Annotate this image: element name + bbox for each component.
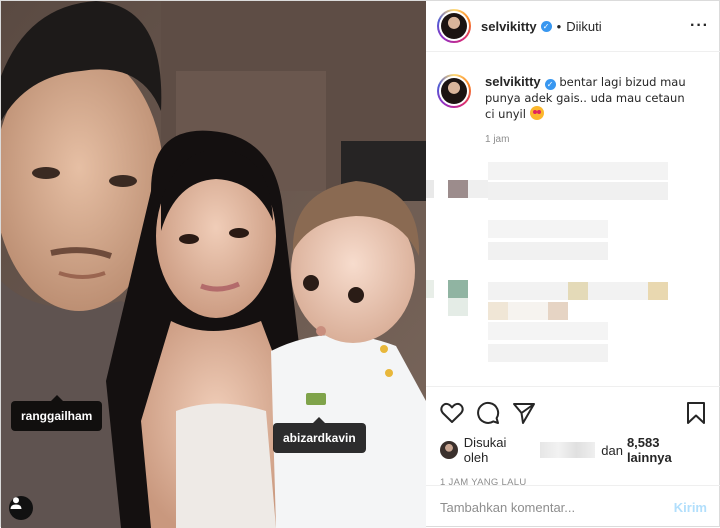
post-header: selvikitty ✓ • Diikuti ··· xyxy=(426,1,720,52)
person-icon xyxy=(10,497,22,509)
comments-section: selvikitty ✓ bentar lagi bizud mau punya … xyxy=(426,64,720,386)
avatar xyxy=(441,78,467,104)
header-username[interactable]: selvikitty xyxy=(481,19,537,34)
heart-icon[interactable] xyxy=(440,402,464,424)
avatar xyxy=(441,13,467,39)
post-actions: Disukai oleh dan 8,583 lainnya 1 JAM YAN… xyxy=(426,386,720,488)
verified-badge-icon: ✓ xyxy=(540,20,552,32)
story-ring-avatar[interactable] xyxy=(437,9,471,43)
likes-summary: Disukai oleh dan 8,583 lainnya xyxy=(440,435,707,465)
star-struck-emoji-icon xyxy=(529,106,544,120)
caption: selvikitty ✓ bentar lagi bizud mau punya … xyxy=(426,64,720,122)
caption-username[interactable]: selvikitty xyxy=(485,74,541,89)
blurred-liker-name xyxy=(539,442,596,458)
liker-avatar xyxy=(440,441,458,459)
bookmark-icon[interactable] xyxy=(685,401,707,425)
post-photo[interactable]: ranggailham abizardkavin xyxy=(1,1,426,528)
likes-connector: dan xyxy=(601,442,623,458)
user-tag-abizardkavin[interactable]: abizardkavin xyxy=(273,417,366,453)
caption-avatar[interactable] xyxy=(437,74,471,108)
separator-dot: • xyxy=(556,18,562,34)
verified-badge-icon: ✓ xyxy=(544,79,556,90)
user-tag-ranggailham[interactable]: ranggailham xyxy=(11,395,103,431)
tagged-users-icon[interactable] xyxy=(9,496,33,520)
follow-status-button[interactable]: Diikuti xyxy=(566,19,601,34)
caption-text-block: selvikitty ✓ bentar lagi bizud mau punya … xyxy=(485,74,695,122)
comment-input[interactable] xyxy=(440,499,674,515)
user-tag-label: ranggailham xyxy=(21,409,93,423)
more-options-icon[interactable]: ··· xyxy=(690,18,709,34)
comment-icon[interactable] xyxy=(476,401,500,425)
instagram-post-window: ranggailham abizardkavin selvikitty ✓ • … xyxy=(0,0,720,528)
share-icon[interactable] xyxy=(512,401,536,425)
post-comment-button[interactable]: Kirim xyxy=(674,500,707,515)
likes-prefix: Disukai oleh xyxy=(463,435,507,465)
post-side-panel: selvikitty ✓ • Diikuti ··· selvikitty ✓ b… xyxy=(426,1,720,528)
action-icons-row xyxy=(440,401,707,425)
blurred-comments xyxy=(426,162,668,362)
caption-time: 1 jam xyxy=(485,134,510,145)
likes-count-link[interactable]: 8,583 lainnya xyxy=(627,435,707,465)
add-comment-form: Kirim xyxy=(426,485,720,528)
user-tag-label: abizardkavin xyxy=(283,431,356,445)
